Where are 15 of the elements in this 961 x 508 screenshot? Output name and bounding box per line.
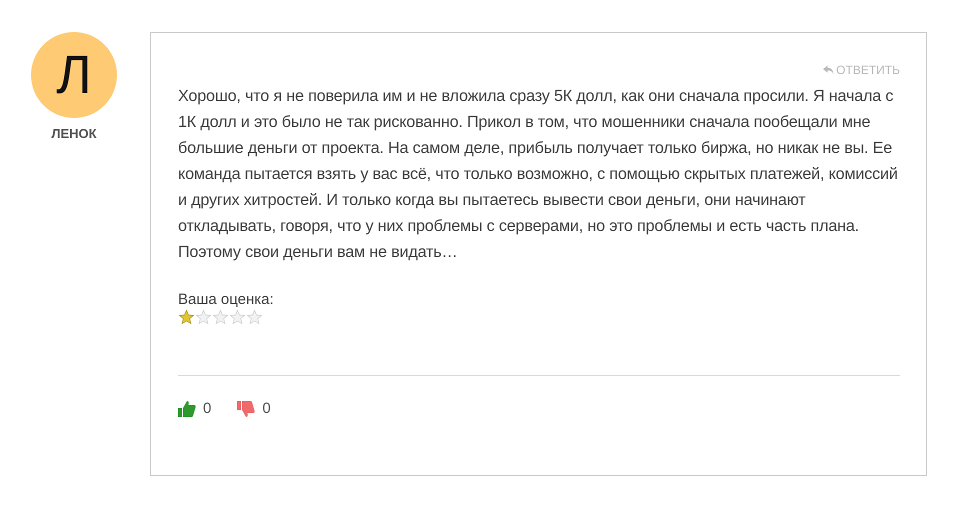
star-icon[interactable] (195, 309, 212, 325)
dislike-count: 0 (262, 400, 271, 417)
rating-label: Ваша оценка: (178, 291, 274, 308)
star-icon[interactable] (229, 309, 246, 325)
avatar: Л (31, 32, 117, 118)
star-icon[interactable] (246, 309, 263, 325)
thumbs-down-icon[interactable] (237, 400, 256, 416)
reply-link[interactable]: ОТВЕТИТЬ (823, 63, 900, 77)
thumbs-up-icon[interactable] (178, 400, 196, 416)
star-icon[interactable] (178, 309, 195, 325)
star-icon[interactable] (212, 309, 229, 325)
comment-text: Хорошо, что я не поверила им и не вложила сразу 5К долл, как они сначала просили. Я начала с 1К долл и это было не так рискованно. Прикол в том, что мошенники сначала пообещали мне большие деньги от проекта. На самом деле, прибыль получает только биржа, но никак не вы. Ее команда пытается взять у вас всё, что только возможно, с помощью скрытых платежей, комиссий и других хитростей. И только когда вы пытаетесь вывести свои деньги, они начинают откладывать, говоря, что у них проблемы с серверами, но это проблемы и есть часть плана. Поэтому свои деньги вам не видать… (178, 86, 899, 263)
author-name: ЛЕНОК (51, 126, 97, 141)
reply-arrow-icon[interactable] (823, 65, 834, 75)
like-count: 0 (203, 400, 212, 417)
